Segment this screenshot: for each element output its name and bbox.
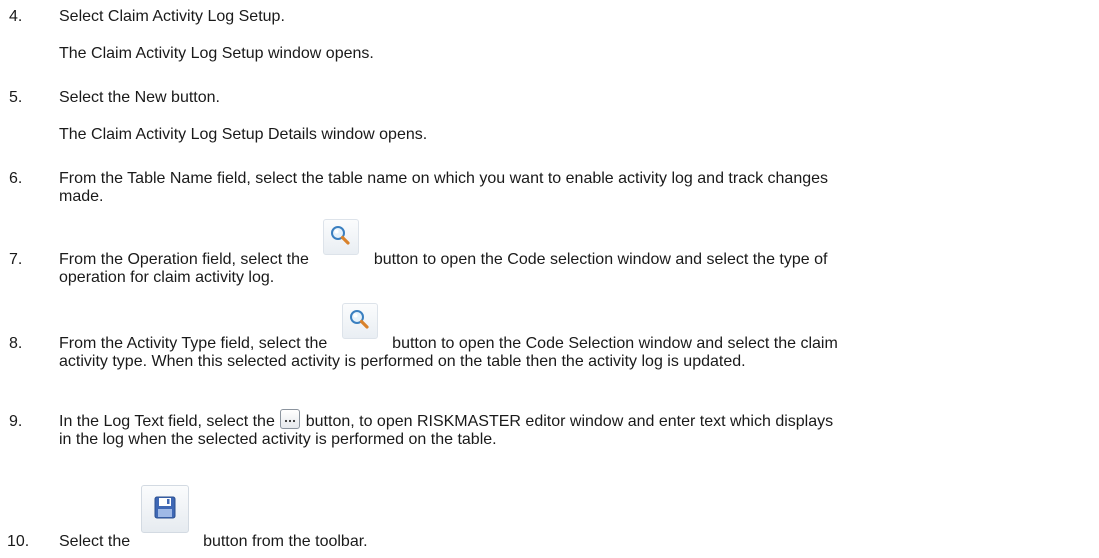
save-icon: [140, 485, 189, 533]
step-text-before: From the Operation field, select the: [59, 251, 309, 268]
step-number: 9.: [9, 413, 23, 430]
step-text-line-2: activity type. When this selected activi…: [59, 353, 746, 370]
step-number: 5.: [9, 89, 23, 106]
step-number: 4.: [9, 8, 23, 25]
step-text-before: Select the: [59, 533, 131, 550]
step-result: The Claim Activity Log Setup window open…: [59, 45, 374, 62]
step-text-before: In the Log Text field, select the: [59, 413, 275, 430]
step-text-after: button, to open RISKMASTER editor window…: [305, 413, 834, 430]
search-icon: [341, 303, 378, 339]
step-result: The Claim Activity Log Setup Details win…: [59, 126, 428, 143]
step-text-after: button to open the Code Selection window…: [392, 335, 838, 352]
step-text-line-2: in the log when the selected activity is…: [59, 431, 497, 448]
step-text: Select the New button.: [59, 89, 220, 106]
step-number: 6.: [9, 170, 23, 187]
step-text-line-2: made.: [59, 188, 104, 205]
step-text-after: button from the toolbar.: [203, 533, 368, 550]
step-number: 8.: [9, 335, 23, 352]
step-text: Select Claim Activity Log Setup.: [59, 8, 285, 25]
step-number: 7.: [9, 251, 23, 268]
step-text-line-1: From the Table Name field, select the ta…: [59, 170, 829, 187]
step-number: 10.: [7, 533, 30, 550]
step-text-after: button to open the Code selection window…: [373, 251, 828, 268]
search-icon: [323, 219, 360, 255]
step-text-before: From the Activity Type field, select the: [59, 335, 328, 352]
ellipsis-icon: [280, 409, 301, 429]
step-text-line-2: operation for claim activity log.: [59, 269, 275, 286]
